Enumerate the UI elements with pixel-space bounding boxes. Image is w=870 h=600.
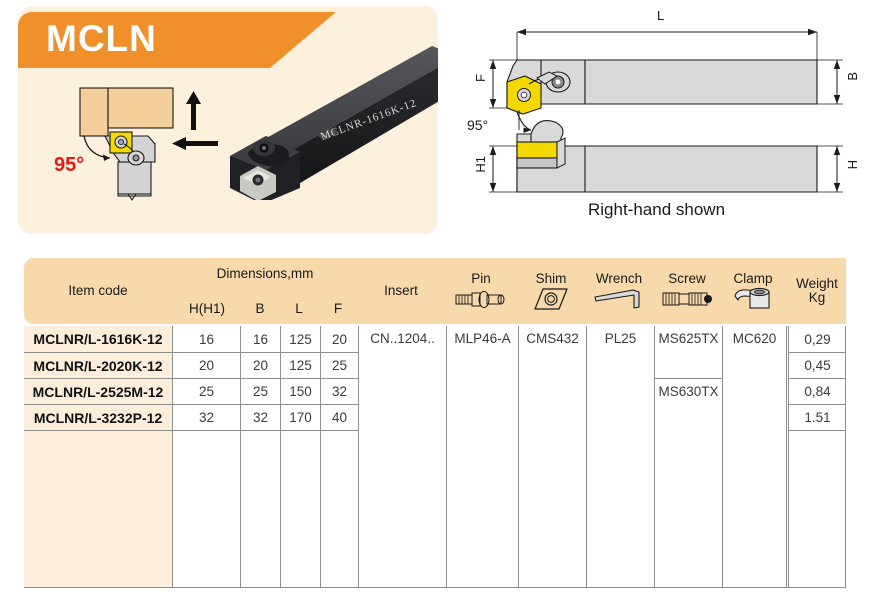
filler-weight: [788, 430, 846, 587]
cell-h: 25: [172, 378, 240, 404]
filler-h: [172, 430, 240, 587]
pin-icon: [454, 288, 508, 310]
screw-icon: [661, 288, 713, 310]
product-overview-panel: MCLN 95° MCLNR-1616K-12: [18, 6, 438, 234]
product-photo: [230, 46, 438, 200]
filler-b: [240, 430, 280, 587]
table-body: MCLNR/L-1616K-12 16 16 125 20 MCLNR/L-20…: [24, 326, 850, 588]
dimension-label-angle: 95°: [467, 117, 489, 133]
cell-shim: CMS432: [518, 326, 586, 587]
dimension-label-H: H: [845, 160, 860, 170]
table-row[interactable]: MCLNR/L-3232P-12: [24, 404, 172, 430]
header-dim-f: F: [320, 292, 356, 324]
dimension-label-H1: H1: [473, 156, 488, 173]
hex-key-wrench-icon: [593, 288, 645, 310]
angle-label-95: 95°: [54, 154, 85, 176]
table-row[interactable]: MCLNR/L-2020K-12: [24, 352, 172, 378]
table-row[interactable]: MCLNR/L-2525M-12: [24, 378, 172, 404]
page-title: MCLN: [46, 18, 157, 59]
cell-screw-top: MS625TX: [654, 326, 722, 378]
cell-l: 170: [280, 404, 320, 430]
filler-l: [280, 430, 320, 587]
table-bottom-border: [24, 587, 846, 588]
cell-h: 20: [172, 352, 240, 378]
cell-h: 32: [172, 404, 240, 430]
header-shim: Shim: [518, 258, 584, 324]
cell-h: 16: [172, 326, 240, 352]
header-wrench-1: Wrench: [586, 258, 652, 324]
dimension-label-B: B: [845, 72, 860, 81]
cell-weight: 0,29: [788, 326, 846, 352]
header-dim-l: L: [280, 292, 318, 324]
cell-insert: CN..1204..: [358, 326, 446, 587]
header-dim-b: B: [242, 292, 278, 324]
header-clamp: Clamp: [722, 258, 784, 324]
cell-l: 125: [280, 326, 320, 352]
cell-weight: 0,45: [788, 352, 846, 378]
dimension-label-F: F: [473, 74, 488, 82]
header-item-code: Item code: [24, 258, 172, 324]
cell-f: 40: [320, 404, 358, 430]
code-column-filler: [24, 430, 172, 587]
cell-b: 25: [240, 378, 280, 404]
header-pin: Pin: [446, 258, 516, 324]
cell-f: 25: [320, 352, 358, 378]
header-weight: Weight Kg: [788, 258, 846, 324]
drawing-caption: Right-hand shown: [588, 200, 726, 219]
cell-screw-bottom: MS630TX: [654, 378, 722, 587]
cell-f: 20: [320, 326, 358, 352]
table-header-row: Item code Dimensions,mm H(H1) B L F Inse…: [24, 258, 846, 324]
clamp-icon: [733, 287, 773, 310]
cell-f: 32: [320, 378, 358, 404]
filler-f: [320, 430, 358, 587]
header-dimensions-group: Dimensions,mm: [174, 258, 356, 290]
cell-weight: 1.51: [788, 404, 846, 430]
cell-l: 125: [280, 352, 320, 378]
table-right-border: [845, 326, 846, 588]
cell-weight: 0,84: [788, 378, 846, 404]
specification-table: Item code Dimensions,mm H(H1) B L F Inse…: [24, 258, 850, 590]
cell-clamp: MC620: [722, 326, 786, 587]
header-dim-h: H(H1): [174, 292, 240, 324]
cell-b: 32: [240, 404, 280, 430]
cell-b: 16: [240, 326, 280, 352]
cell-b: 20: [240, 352, 280, 378]
shim-icon: [534, 287, 568, 310]
header-screw: Screw: [654, 258, 720, 324]
cell-l: 150: [280, 378, 320, 404]
header-insert: Insert: [358, 258, 444, 324]
cell-wrench-1: PL25: [586, 326, 654, 587]
table-row[interactable]: MCLNR/L-1616K-12: [24, 326, 172, 352]
cell-pin: MLP46-A: [446, 326, 518, 587]
dimension-label-L: L: [657, 8, 665, 23]
